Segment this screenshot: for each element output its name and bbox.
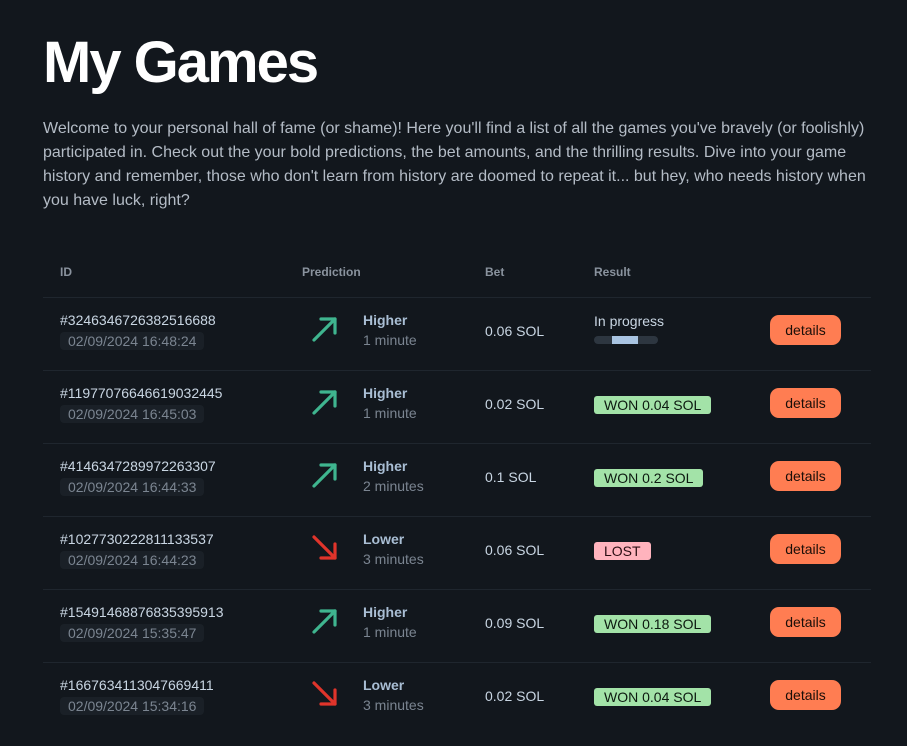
game-timestamp: 02/09/2024 16:48:24 xyxy=(60,332,205,350)
bet-amount: 0.06 SOL xyxy=(485,542,545,558)
game-timestamp: 02/09/2024 15:35:47 xyxy=(60,624,205,642)
header-prediction: Prediction xyxy=(302,265,361,279)
table-header: ID Prediction Bet Result xyxy=(43,246,871,298)
header-result: Result xyxy=(594,265,631,279)
prediction-duration: 1 minute xyxy=(363,624,417,640)
result-won-badge: WON 0.04 SOL xyxy=(594,688,712,706)
progress-bar-fill xyxy=(612,336,638,344)
prediction-duration: 3 minutes xyxy=(363,697,424,713)
games-table: ID Prediction Bet Result #32463467263825… xyxy=(43,246,871,735)
game-timestamp: 02/09/2024 15:34:16 xyxy=(60,697,205,715)
arrow-up-right-icon xyxy=(312,390,337,415)
prediction-direction: Higher xyxy=(363,458,408,474)
table-row: #3246346726382516688 02/09/2024 16:48:24 H… xyxy=(43,298,871,371)
page-intro: Welcome to your personal hall of fame (o… xyxy=(43,120,866,209)
details-button[interactable]: details xyxy=(770,534,841,564)
bet-amount: 0.06 SOL xyxy=(485,323,545,339)
prediction-duration: 1 minute xyxy=(363,332,417,348)
bet-amount: 0.09 SOL xyxy=(485,615,545,631)
table-row: #1667634113047669411 02/09/2024 15:34:16 L… xyxy=(43,663,871,735)
header-bet: Bet xyxy=(485,265,505,279)
bet-amount: 0.02 SOL xyxy=(485,688,545,704)
details-button[interactable]: details xyxy=(770,388,841,418)
game-timestamp: 02/09/2024 16:44:33 xyxy=(60,478,205,496)
table-row: #11977076646619032445 02/09/2024 16:45:03… xyxy=(43,371,871,444)
game-timestamp: 02/09/2024 16:44:23 xyxy=(60,551,205,569)
game-id: #1027730222811133537 xyxy=(60,531,214,547)
table-row: #4146347289972263307 02/09/2024 16:44:33 H… xyxy=(43,444,871,517)
progress-bar xyxy=(594,336,658,344)
result-lost-badge: LOST xyxy=(594,542,651,560)
arrow-up-right-icon xyxy=(312,463,337,488)
prediction-duration: 2 minutes xyxy=(363,478,424,494)
details-button[interactable]: details xyxy=(770,461,841,491)
arrow-up-right-icon xyxy=(312,609,337,634)
page-title: My Games xyxy=(43,30,319,95)
game-id: #4146347289972263307 xyxy=(60,458,216,474)
prediction-duration: 1 minute xyxy=(363,405,417,421)
result-status: In progress xyxy=(594,313,665,329)
arrow-down-right-icon xyxy=(312,535,337,560)
prediction-direction: Lower xyxy=(363,531,405,547)
bet-amount: 0.02 SOL xyxy=(485,396,545,412)
game-timestamp: 02/09/2024 16:45:03 xyxy=(60,405,205,423)
table-row: #1027730222811133537 02/09/2024 16:44:23 L… xyxy=(43,517,871,590)
table-row: #15491468876835395913 02/09/2024 15:35:47… xyxy=(43,590,871,663)
my-games-page: My Games Welcome to your personal hall o… xyxy=(0,0,907,746)
prediction-direction: Lower xyxy=(363,677,405,693)
game-id: #11977076646619032445 xyxy=(60,385,223,401)
game-id: #15491468876835395913 xyxy=(60,604,224,620)
prediction-direction: Higher xyxy=(363,604,408,620)
details-button[interactable]: details xyxy=(770,607,841,637)
table-body: #3246346726382516688 02/09/2024 16:48:24 H… xyxy=(43,298,871,735)
details-button[interactable]: details xyxy=(770,680,841,710)
prediction-direction: Higher xyxy=(363,385,408,401)
bet-amount: 0.1 SOL xyxy=(485,469,537,485)
result-won-badge: WON 0.2 SOL xyxy=(594,469,704,487)
result-won-badge: WON 0.04 SOL xyxy=(594,396,712,414)
result-won-badge: WON 0.18 SOL xyxy=(594,615,712,633)
prediction-direction: Higher xyxy=(363,312,408,328)
game-id: #1667634113047669411 xyxy=(60,677,214,693)
game-id: #3246346726382516688 xyxy=(60,312,216,328)
arrow-up-right-icon xyxy=(312,317,337,342)
details-button[interactable]: details xyxy=(770,315,841,345)
header-id: ID xyxy=(60,265,72,279)
prediction-duration: 3 minutes xyxy=(363,551,424,567)
arrow-down-right-icon xyxy=(312,681,337,706)
